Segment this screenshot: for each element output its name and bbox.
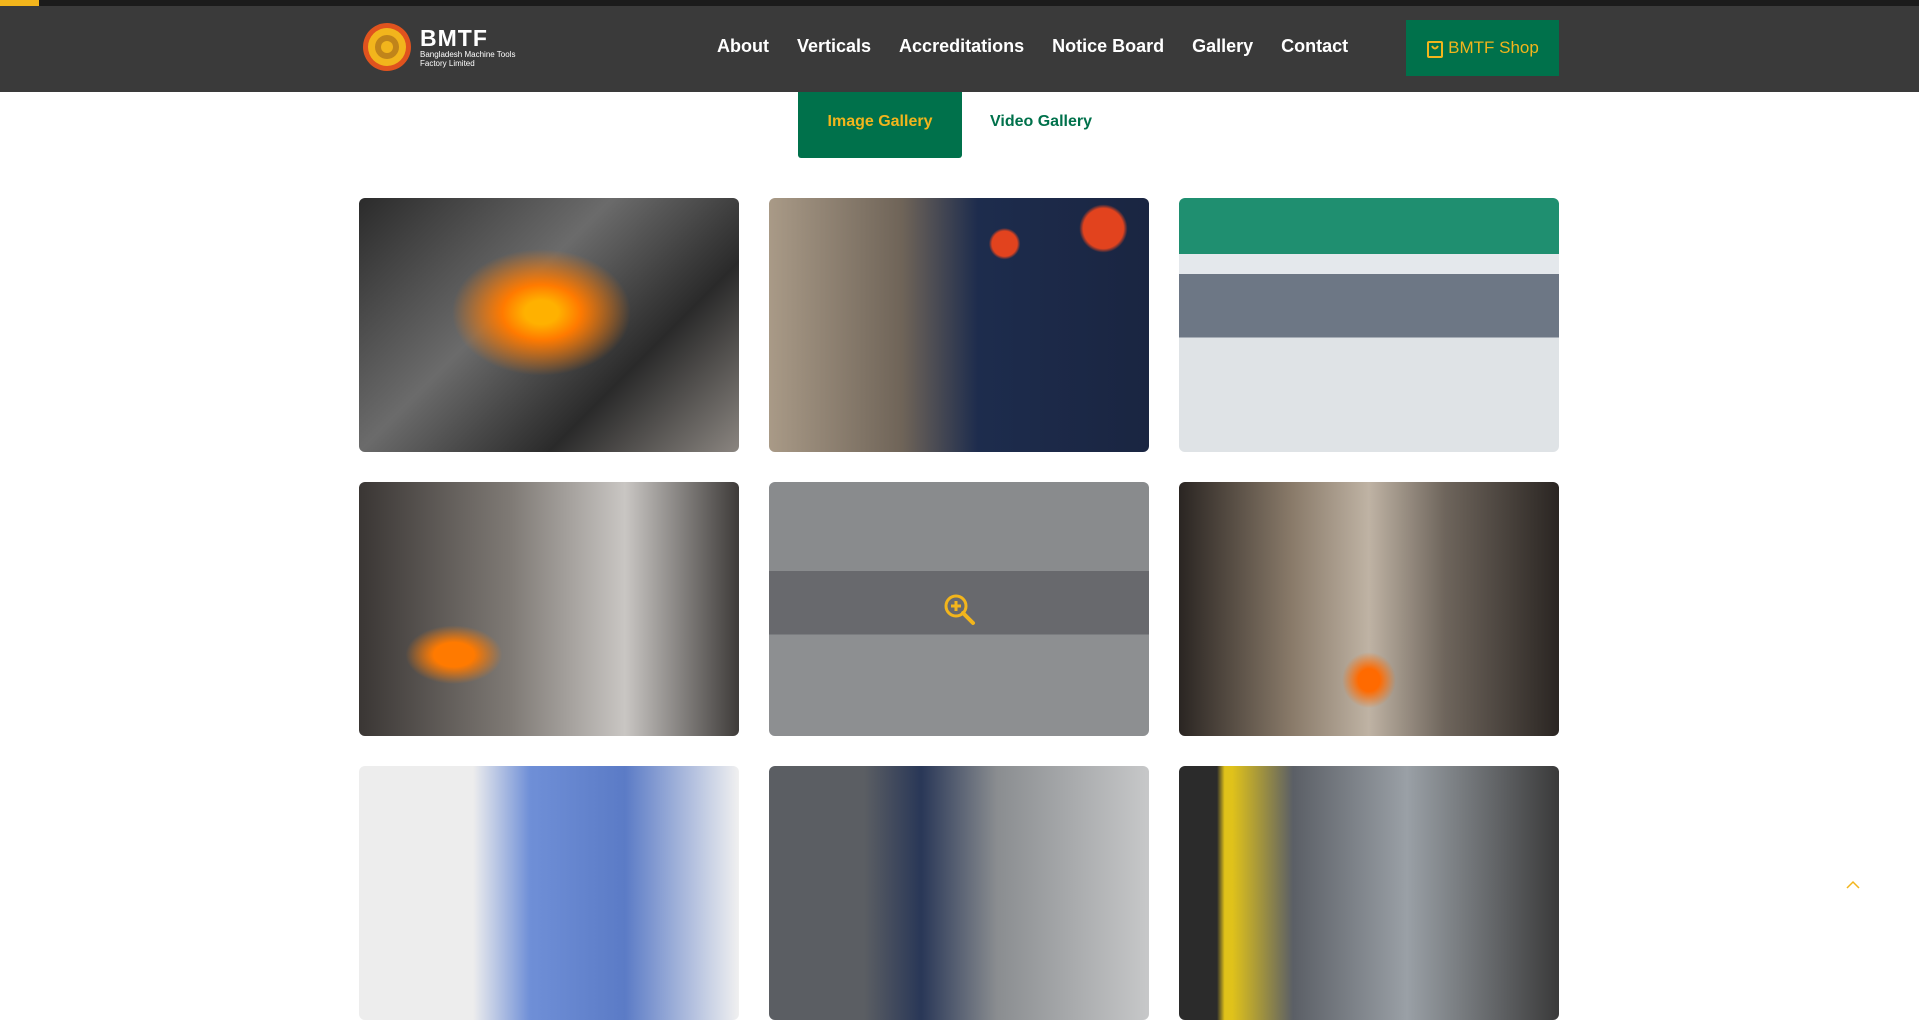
logo-title: BMTF — [420, 25, 488, 51]
nav-item-verticals[interactable]: Verticals — [797, 36, 871, 57]
chevron-up-icon — [1846, 880, 1860, 889]
hover-overlay — [769, 482, 1149, 736]
nav-item-accreditations[interactable]: Accreditations — [899, 36, 1024, 57]
zoom-in-icon — [944, 594, 975, 625]
gallery-image-press-forging[interactable] — [359, 482, 739, 736]
main-nav: About Verticals Accreditations Notice Bo… — [717, 36, 1376, 57]
image-gallery-grid — [359, 198, 1559, 1020]
tab-video-gallery[interactable]: Video Gallery — [962, 86, 1120, 158]
gallery-image-molten-metal[interactable] — [359, 198, 739, 452]
nav-item-contact[interactable]: Contact — [1281, 36, 1348, 57]
nav-item-notice-board[interactable]: Notice Board — [1052, 36, 1164, 57]
gallery-image-factory-floor[interactable] — [1179, 198, 1559, 452]
gallery-image-machine-shop[interactable] — [1179, 766, 1559, 1020]
site-header: BMTF Bangladesh Machine Tools Factory Li… — [0, 0, 1919, 92]
logo-subtitle: Bangladesh Machine Tools Factory Limited — [420, 50, 516, 68]
nav-item-about[interactable]: About — [717, 36, 769, 57]
tab-image-gallery[interactable]: Image Gallery — [798, 86, 962, 158]
gallery-image-assembly-line[interactable] — [769, 482, 1149, 736]
gallery-image-lab-workers[interactable] — [359, 766, 739, 1020]
gallery-image-drop-hammer[interactable] — [1179, 482, 1559, 736]
gear-logo-icon — [363, 23, 411, 71]
gallery-tabs: Image Gallery Video Gallery — [798, 86, 1120, 158]
shop-button[interactable]: BMTF Shop — [1406, 20, 1559, 76]
scroll-to-top-button[interactable] — [1840, 872, 1866, 898]
nav-item-gallery[interactable]: Gallery — [1192, 36, 1253, 57]
logo[interactable]: BMTF Bangladesh Machine Tools Factory Li… — [362, 22, 540, 72]
scroll-progress-bar — [0, 0, 1919, 6]
shop-button-label: BMTF Shop — [1448, 38, 1539, 57]
scroll-progress-fill — [0, 0, 39, 6]
gallery-image-workers-casting[interactable] — [769, 198, 1149, 452]
gallery-image-lathe-operator[interactable] — [769, 766, 1149, 1020]
shopping-bag-icon — [1427, 41, 1444, 58]
